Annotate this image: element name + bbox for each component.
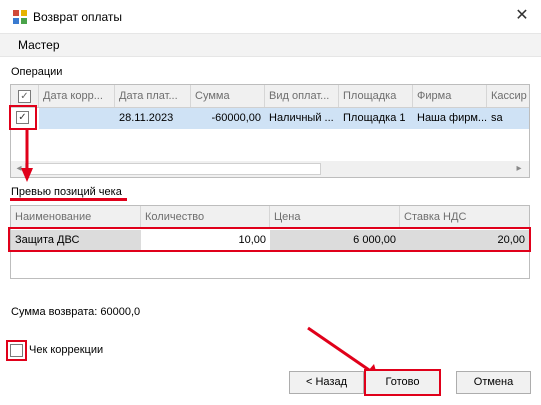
col-date-corr[interactable]: Дата корр... bbox=[39, 85, 115, 107]
col-amount[interactable]: Сумма bbox=[191, 85, 265, 107]
col-cashier[interactable]: Кассир bbox=[487, 85, 529, 107]
app-icon bbox=[13, 10, 27, 24]
wizard-header bbox=[0, 33, 541, 57]
operations-grid: ✓ Дата корр... Дата плат... Сумма Вид оп… bbox=[10, 84, 530, 178]
cancel-button[interactable]: Отмена bbox=[456, 371, 531, 394]
preview-label: Превью позиций чека bbox=[11, 186, 122, 198]
back-button[interactable]: < Назад bbox=[289, 371, 364, 394]
scroll-thumb[interactable] bbox=[25, 163, 321, 175]
refund-total: Сумма возврата: 60000,0 bbox=[11, 306, 141, 318]
operations-hscroll[interactable]: ◂ ▸ bbox=[11, 161, 529, 177]
wizard-step-label: Мастер bbox=[18, 38, 60, 52]
scroll-right-icon[interactable]: ▸ bbox=[513, 161, 525, 177]
preview-label-underline bbox=[10, 198, 127, 201]
close-icon[interactable]: ✕ bbox=[512, 6, 532, 26]
operations-header: ✓ Дата корр... Дата плат... Сумма Вид оп… bbox=[11, 85, 529, 108]
col-site[interactable]: Площадка bbox=[339, 85, 413, 107]
annotation-arrow-down bbox=[21, 128, 33, 182]
col-vat[interactable]: Ставка НДС bbox=[400, 206, 529, 228]
operations-label: Операции bbox=[11, 66, 63, 78]
select-all-checkbox[interactable]: ✓ bbox=[18, 90, 31, 103]
preview-row-highlight bbox=[8, 227, 531, 252]
col-price[interactable]: Цена bbox=[270, 206, 400, 228]
cell-firm: Наша фирм... bbox=[417, 112, 487, 124]
col-firm[interactable]: Фирма bbox=[413, 85, 487, 107]
operation-row[interactable]: 28.11.2023 -60000,00 Наличный ... Площад… bbox=[39, 108, 529, 129]
window-title: Возврат оплаты bbox=[33, 10, 123, 24]
preview-header: Наименование Количество Цена Ставка НДС bbox=[11, 206, 529, 229]
select-all-header[interactable]: ✓ bbox=[11, 85, 39, 107]
correction-label[interactable]: Чек коррекции bbox=[29, 344, 103, 356]
col-name[interactable]: Наименование bbox=[11, 206, 141, 228]
cell-date-corr bbox=[39, 108, 115, 128]
correction-checkbox[interactable] bbox=[10, 344, 23, 357]
done-button[interactable]: Готово bbox=[364, 369, 441, 396]
col-qty[interactable]: Количество bbox=[141, 206, 270, 228]
cell-cashier: sa bbox=[491, 112, 503, 124]
cell-amount: -60000,00 bbox=[211, 112, 261, 124]
col-date-pay[interactable]: Дата плат... bbox=[115, 85, 191, 107]
col-pay-type[interactable]: Вид оплат... bbox=[265, 85, 339, 107]
cell-pay-type: Наличный ... bbox=[269, 112, 334, 124]
row-checkbox[interactable]: ✓ bbox=[16, 111, 29, 124]
cell-date-pay: 28.11.2023 bbox=[119, 112, 174, 124]
cell-site: Площадка 1 bbox=[343, 112, 406, 124]
